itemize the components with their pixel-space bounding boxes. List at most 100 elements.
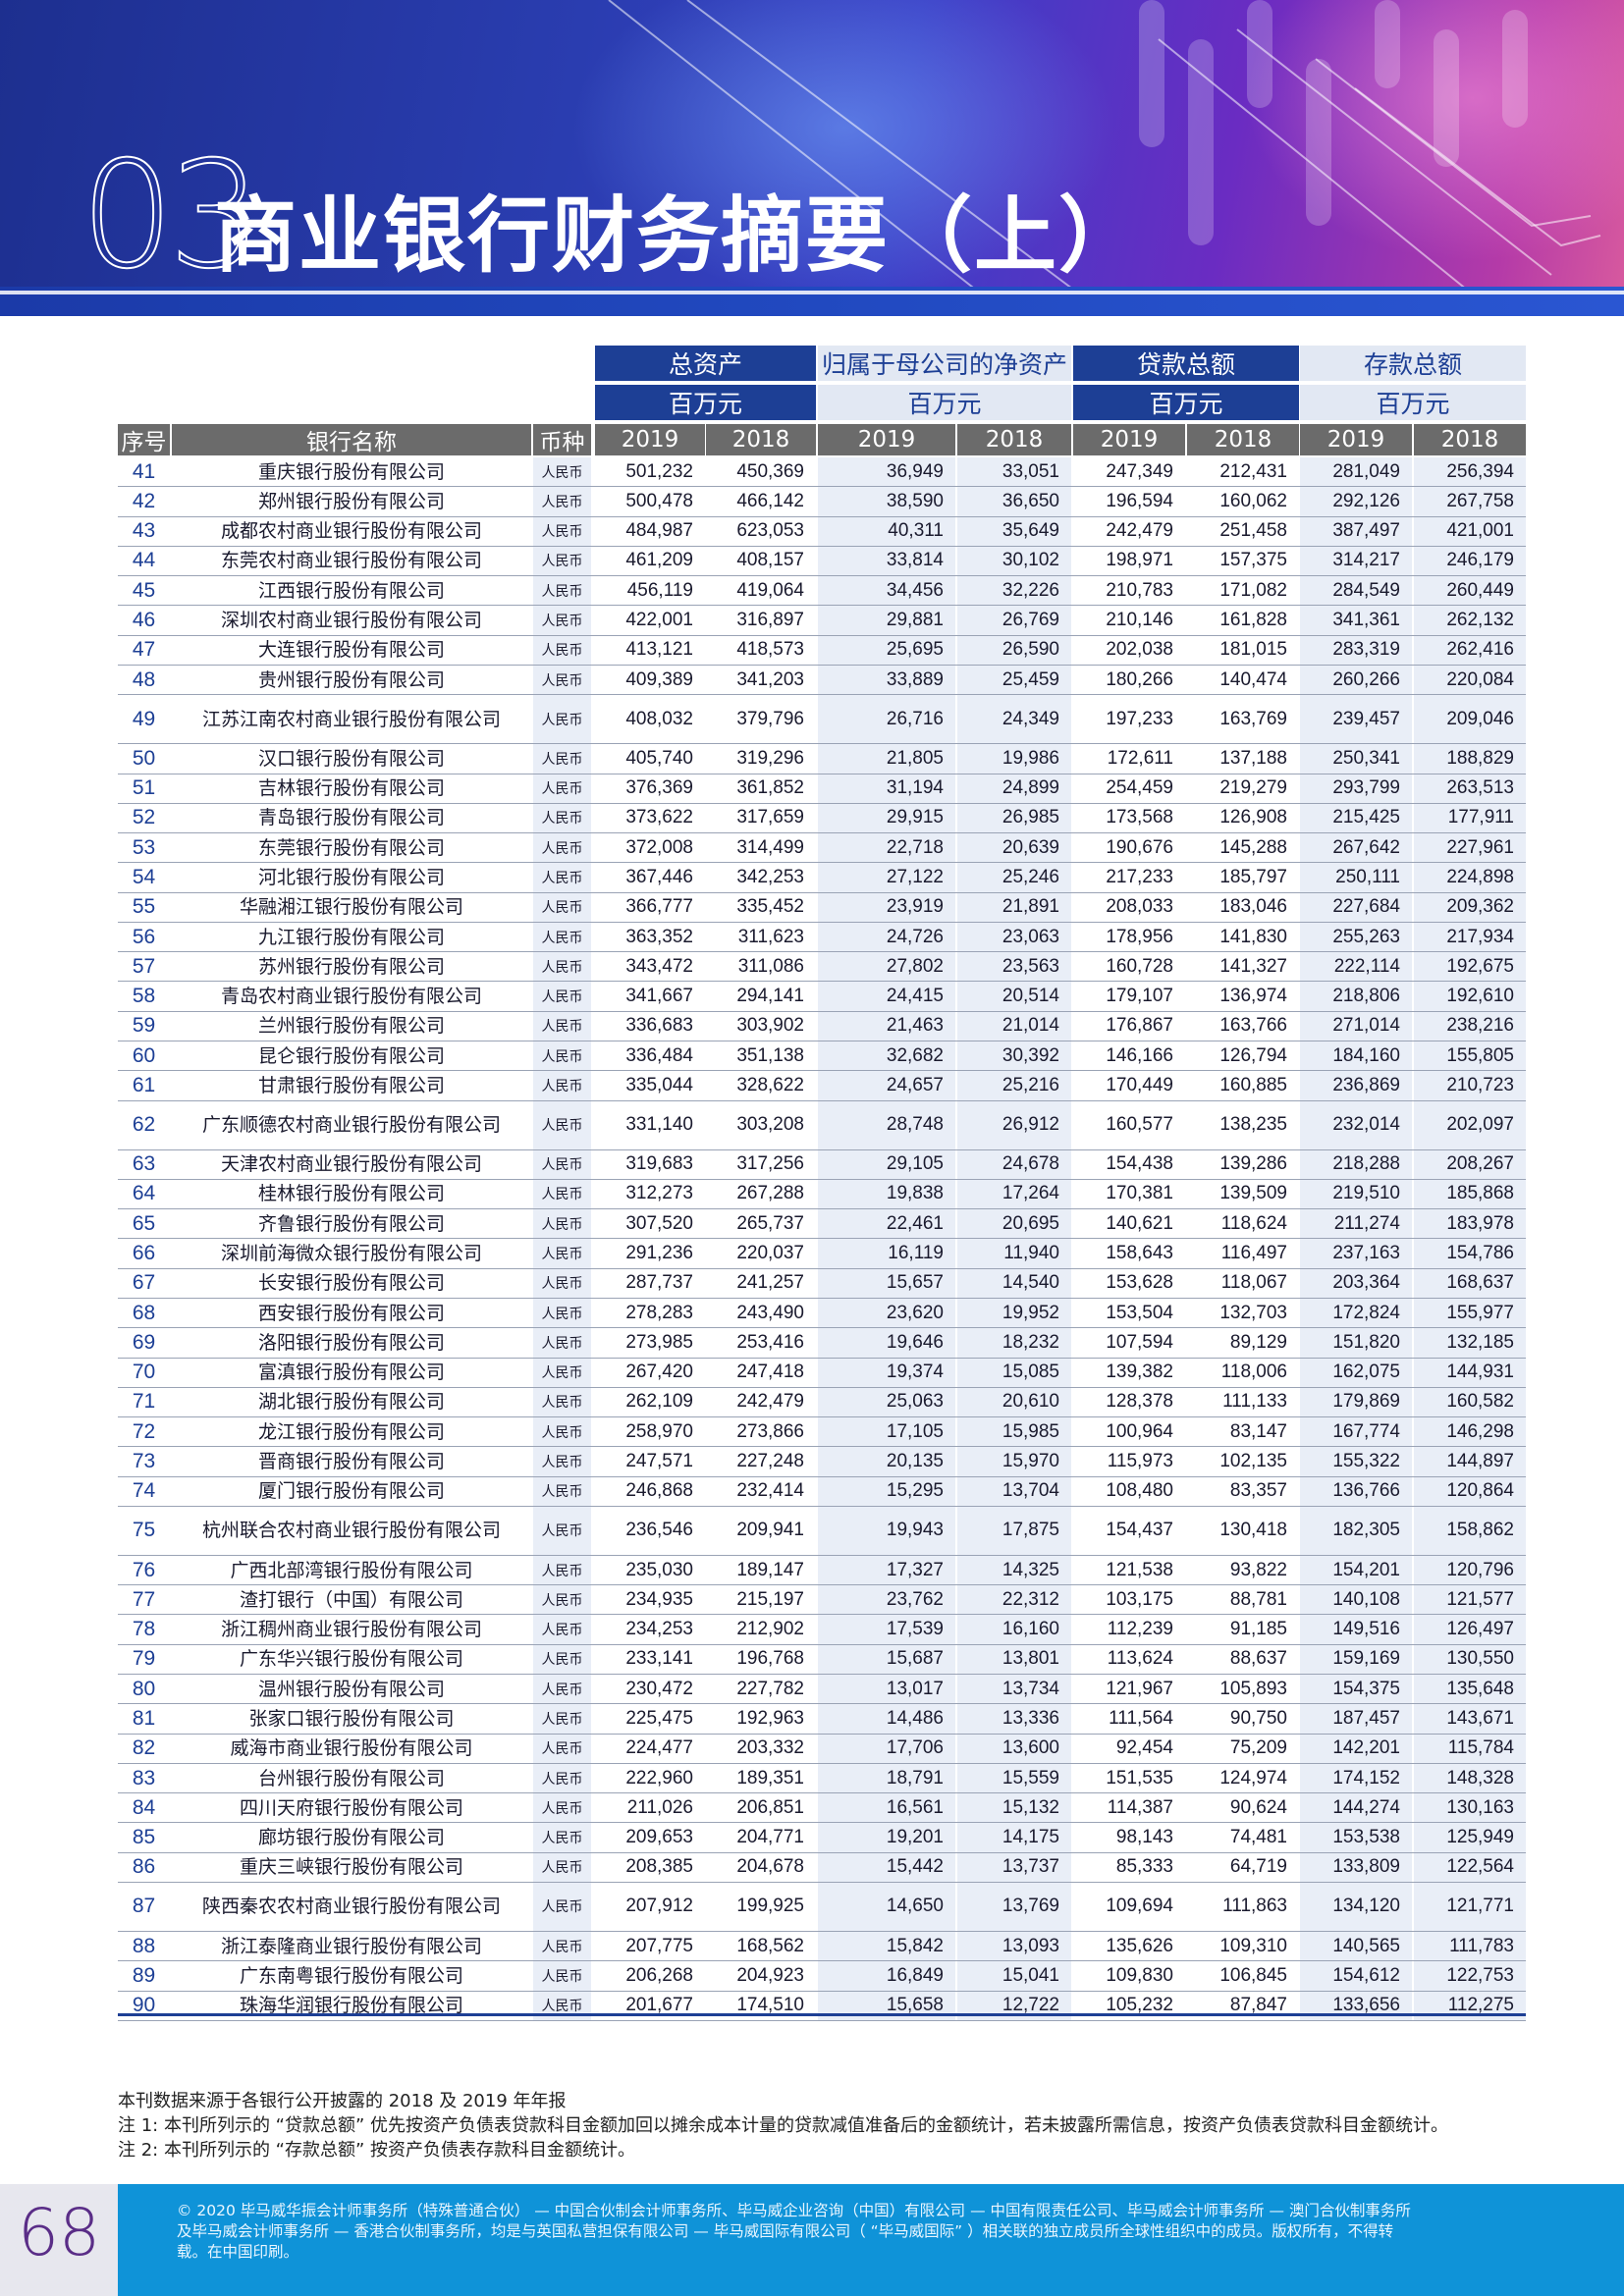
value-cell: 172,824 [1300,1298,1412,1328]
currency: 人民币 [533,1961,591,1991]
value-cell: 111,863 [1222,1896,1287,1917]
column-header: 币种 [533,424,591,455]
value-cell: 13,737 [957,1852,1071,1882]
currency: 人民币 [533,606,591,635]
value-cell: 13,801 [957,1644,1071,1675]
value-cell: 250,341 [1300,744,1412,774]
currency: 人民币 [533,1615,591,1644]
value-cell: 224,898 [1414,863,1526,892]
value-cell: 188,829 [1414,744,1526,774]
value-cell: 196,594 [1106,490,1173,511]
value-cell: 140,565 [1300,1931,1412,1961]
value-cell: 466,142 [736,490,804,511]
table-row: 60 昆仑银行股份有限公司 人民币 336,484 351,138 32,682 30,39… [118,1041,1526,1072]
value-cell: 105,893 [1219,1678,1287,1699]
value-cell: 303,208 [736,1114,804,1136]
value-cell: 13,017 [818,1675,955,1704]
row-number: 65 [132,1211,156,1235]
value-cell: 29,881 [818,606,955,635]
value-cell: 13,734 [957,1675,1071,1704]
value-cell: 292,126 [1300,487,1412,516]
value-cell: 32,226 [957,576,1071,606]
value-cell: 154,201 [1300,1555,1412,1585]
source-note: 本刊数据来源于各银行公开披露的 2018 及 2019 年年报 [118,2091,567,2111]
bank-name: 重庆三峡银行股份有限公司 [239,1856,463,1879]
value-cell: 151,535 [1106,1767,1173,1789]
value-cell: 456,119 [626,579,693,601]
table-body: 41 重庆银行股份有限公司 人民币 501,232 450,369 36,949 33,05… [118,457,1526,2021]
value-cell: 311,086 [737,955,804,977]
value-cell: 36,949 [818,457,955,487]
value-cell: 501,232 [625,460,693,482]
group-header: 总资产 [595,346,816,381]
value-cell: 140,474 [1219,668,1287,690]
value-cell: 204,678 [736,1856,804,1878]
value-cell: 232,014 [1300,1100,1412,1149]
table-row: 45 江西银行股份有限公司 人民币 456,119 419,064 34,456 32,22… [118,576,1526,607]
bank-name: 大连银行股份有限公司 [257,639,445,662]
value-cell: 185,868 [1414,1179,1526,1209]
value-cell: 14,486 [818,1704,955,1734]
row-number: 80 [132,1677,156,1700]
table-row: 89 广东南粤银行股份有限公司 人民币 206,268 204,923 16,849 15,… [118,1961,1526,1992]
table-row: 88 浙江泰隆商业银行股份有限公司 人民币 207,775 168,562 15,842 1… [118,1931,1526,1962]
value-cell: 262,109 [625,1391,693,1413]
currency: 人民币 [533,1704,591,1734]
value-cell: 207,775 [625,1935,693,1956]
row-number: 87 [132,1895,156,1918]
value-cell: 373,622 [625,807,693,828]
value-cell: 260,266 [1300,665,1412,695]
value-cell: 212,431 [1219,460,1287,482]
currency: 人民币 [533,1071,591,1100]
value-cell: 243,490 [736,1302,804,1323]
value-cell: 335,044 [625,1074,693,1095]
value-cell: 136,974 [1219,986,1287,1007]
currency: 人民币 [533,695,591,744]
value-cell: 461,209 [625,550,693,571]
value-cell: 26,716 [818,695,955,744]
bank-name: 齐鲁银行股份有限公司 [257,1212,445,1235]
value-cell: 206,851 [736,1796,804,1818]
value-cell: 343,472 [625,955,693,977]
bank-name: 江西银行股份有限公司 [257,579,445,602]
row-number: 45 [132,578,156,602]
value-cell: 25,246 [957,863,1071,892]
bank-name: 深圳前海微众银行股份有限公司 [220,1243,482,1265]
value-cell: 36,650 [957,487,1071,516]
value-cell: 122,564 [1414,1852,1526,1882]
value-cell: 118,624 [1220,1212,1287,1234]
value-cell: 16,119 [818,1239,955,1268]
table-row: 46 深圳农村商业银行股份有限公司 人民币 422,001 316,897 29,881 2… [118,606,1526,636]
value-cell: 217,233 [1106,866,1173,887]
table-row: 61 甘肃银行股份有限公司 人民币 335,044 328,622 24,657 25,21… [118,1071,1526,1101]
value-cell: 108,480 [1106,1480,1173,1502]
value-cell: 92,454 [1115,1737,1173,1759]
value-cell: 303,902 [736,1015,804,1037]
value-cell: 19,943 [818,1506,955,1555]
table-row: 44 东莞农村商业银行股份有限公司 人民币 461,209 408,157 33,814 3… [118,546,1526,577]
value-cell: 153,504 [1106,1302,1173,1323]
page-title: 商业银行财务摘要（上） [214,187,1144,284]
value-cell: 255,263 [1300,922,1412,952]
value-cell: 160,728 [1106,955,1173,977]
currency: 人民币 [533,1823,591,1852]
bank-name: 九江银行股份有限公司 [257,926,445,948]
value-cell: 246,179 [1414,546,1526,576]
row-number: 82 [132,1736,156,1760]
value-cell: 217,934 [1414,922,1526,952]
value-cell: 120,796 [1414,1555,1526,1585]
row-number: 68 [132,1301,156,1324]
value-cell: 115,784 [1414,1734,1526,1763]
currency: 人民币 [533,863,591,892]
note-1: 注 1: 本刊所列示的 “贷款总额” 优先按资产负债表贷款科目金额加回以摊余成本… [118,2115,1449,2136]
table-row: 85 廊坊银行股份有限公司 人民币 209,653 204,771 19,201 14,17… [118,1823,1526,1853]
value-cell: 408,032 [625,708,693,729]
table-row: 57 苏州银行股份有限公司 人民币 343,472 311,086 27,802 23,56… [118,952,1526,983]
bank-name: 东莞银行股份有限公司 [257,836,445,859]
bank-name: 郑州银行股份有限公司 [257,490,445,512]
value-cell: 121,967 [1106,1678,1173,1699]
value-cell: 140,108 [1300,1585,1412,1615]
value-cell: 126,794 [1219,1044,1287,1066]
value-cell: 33,889 [818,665,955,695]
value-cell: 132,703 [1219,1302,1287,1323]
